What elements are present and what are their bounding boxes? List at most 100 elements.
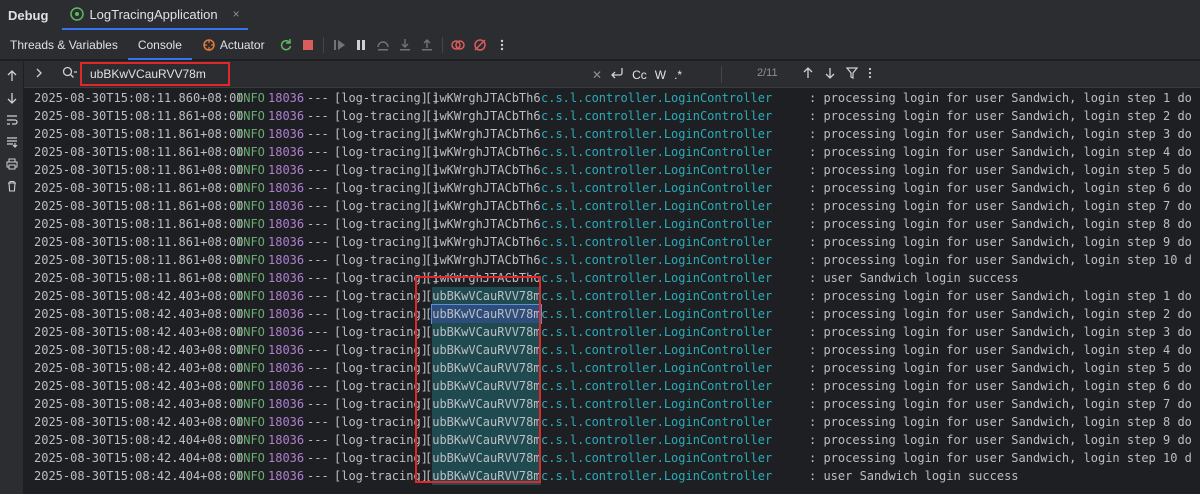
search-more-icon[interactable]	[868, 66, 872, 84]
log-pid: 18036	[268, 109, 305, 123]
log-app-name: [log-tracing]	[334, 451, 428, 465]
search-history-icon[interactable]	[62, 66, 78, 85]
console-scrollbar[interactable]	[1192, 89, 1200, 494]
log-logger[interactable]: c.s.l.controller.LoginController	[541, 143, 772, 161]
mute-breakpoints-icon[interactable]	[469, 34, 491, 56]
more-options-icon[interactable]	[491, 34, 513, 56]
tab-run-configuration[interactable]: LogTracingApplication ×	[62, 0, 248, 30]
new-line-icon[interactable]	[610, 67, 624, 82]
log-timestamp: 2025-08-30T15:08:42.404+08:00	[34, 469, 244, 483]
trace-id-value: iwKWrghJTACbTh6	[432, 235, 541, 249]
expand-replace-icon[interactable]	[34, 66, 44, 85]
log-logger[interactable]: c.s.l.controller.LoginController	[541, 395, 772, 413]
log-line: 2025-08-30T15:08:42.404+08:00 INFO 18036 --…	[24, 431, 1200, 449]
log-logger[interactable]: c.s.l.controller.LoginController	[541, 359, 772, 377]
stop-icon[interactable]	[297, 34, 319, 56]
scroll-up-icon[interactable]	[0, 65, 24, 87]
trace-id-value: iwKWrghJTACbTh6	[432, 253, 541, 267]
log-app-name: [log-tracing]	[334, 181, 428, 195]
tab-actuator[interactable]: Actuator	[192, 30, 275, 60]
log-level: INFO	[236, 199, 265, 213]
view-breakpoints-icon[interactable]	[447, 34, 469, 56]
log-logger[interactable]: c.s.l.controller.LoginController	[541, 323, 772, 341]
tab-console[interactable]: Console	[128, 30, 192, 60]
log-logger[interactable]: c.s.l.controller.LoginController	[541, 377, 772, 395]
step-out-icon[interactable]	[416, 34, 438, 56]
title-bar: Debug LogTracingApplication ×	[0, 0, 1200, 30]
log-logger[interactable]: c.s.l.controller.LoginController	[541, 89, 772, 107]
tab-threads-variables[interactable]: Threads & Variables	[0, 30, 128, 60]
filter-icon[interactable]	[845, 66, 859, 84]
log-timestamp: 2025-08-30T15:08:42.403+08:00	[34, 361, 244, 375]
log-separator: ---	[307, 415, 329, 429]
log-level: INFO	[236, 235, 265, 249]
clear-all-icon[interactable]	[0, 175, 24, 197]
log-logger[interactable]: c.s.l.controller.LoginController	[541, 305, 772, 323]
log-line: 2025-08-30T15:08:11.861+08:00 INFO 18036 --…	[24, 143, 1200, 161]
log-line: 2025-08-30T15:08:11.861+08:00 INFO 18036 --…	[24, 161, 1200, 179]
log-logger[interactable]: c.s.l.controller.LoginController	[541, 467, 772, 485]
log-pid: 18036	[268, 145, 305, 159]
log-pid: 18036	[268, 235, 305, 249]
log-level: INFO	[236, 217, 265, 231]
log-trace-id: [iwKWrghJTACbTh6]	[425, 235, 541, 249]
log-line: 2025-08-30T15:08:11.861+08:00 INFO 18036 --…	[24, 269, 1200, 287]
log-separator: ---	[307, 253, 329, 267]
log-logger[interactable]: c.s.l.controller.LoginController	[541, 431, 772, 449]
log-trace-id: [iwKWrghJTACbTh6]	[425, 181, 541, 195]
rerun-icon[interactable]	[275, 34, 297, 56]
match-case-toggle[interactable]: Cc	[632, 68, 647, 82]
next-occurrence-icon[interactable]	[824, 66, 836, 84]
log-logger[interactable]: c.s.l.controller.LoginController	[541, 233, 772, 251]
step-over-icon[interactable]	[372, 34, 394, 56]
log-logger[interactable]: c.s.l.controller.LoginController	[541, 107, 772, 125]
log-logger[interactable]: c.s.l.controller.LoginController	[541, 179, 772, 197]
log-logger[interactable]: c.s.l.controller.LoginController	[541, 161, 772, 179]
log-level: INFO	[236, 415, 265, 429]
log-message: : processing login for user Sandwich, lo…	[809, 235, 1200, 249]
scroll-down-icon[interactable]	[0, 87, 24, 109]
log-level: INFO	[236, 469, 265, 483]
pause-icon[interactable]	[350, 34, 372, 56]
match-count: 2/11	[757, 67, 778, 79]
log-line: 2025-08-30T15:08:11.861+08:00 INFO 18036 --…	[24, 215, 1200, 233]
print-icon[interactable]	[0, 153, 24, 175]
trace-id-value: iwKWrghJTACbTh6	[432, 127, 541, 141]
log-pid: 18036	[268, 415, 305, 429]
scroll-to-end-icon[interactable]	[0, 131, 24, 153]
previous-occurrence-icon[interactable]	[802, 66, 814, 84]
console-output[interactable]: 2025-08-30T15:08:11.860+08:00 INFO 18036 --…	[24, 89, 1200, 494]
log-trace-id: [iwKWrghJTACbTh6]	[425, 127, 541, 141]
log-app-name: [log-tracing]	[334, 109, 428, 123]
trace-id-value: iwKWrghJTACbTh6	[432, 163, 541, 177]
log-logger[interactable]: c.s.l.controller.LoginController	[541, 341, 772, 359]
regex-toggle[interactable]: .*	[674, 68, 682, 82]
log-message: : processing login for user Sandwich, lo…	[809, 199, 1200, 213]
log-logger[interactable]: c.s.l.controller.LoginController	[541, 125, 772, 143]
log-logger[interactable]: c.s.l.controller.LoginController	[541, 269, 772, 287]
close-tab-icon[interactable]: ×	[233, 7, 240, 21]
log-level: INFO	[236, 163, 265, 177]
step-into-icon[interactable]	[394, 34, 416, 56]
log-message: : user Sandwich login success	[809, 271, 1019, 285]
log-pid: 18036	[268, 181, 305, 195]
whole-words-toggle[interactable]: W	[655, 68, 666, 82]
log-app-name: [log-tracing]	[334, 379, 428, 393]
log-app-name: [log-tracing]	[334, 325, 428, 339]
log-separator: ---	[307, 235, 329, 249]
search-input[interactable]: ubBKwVCauRVV78m	[80, 62, 230, 86]
resume-icon[interactable]	[328, 34, 350, 56]
log-separator: ---	[307, 199, 329, 213]
log-logger[interactable]: c.s.l.controller.LoginController	[541, 251, 772, 269]
log-logger[interactable]: c.s.l.controller.LoginController	[541, 197, 772, 215]
soft-wrap-icon[interactable]	[0, 109, 24, 131]
log-logger[interactable]: c.s.l.controller.LoginController	[541, 413, 772, 431]
log-pid: 18036	[268, 307, 305, 321]
log-logger[interactable]: c.s.l.controller.LoginController	[541, 449, 772, 467]
log-line: 2025-08-30T15:08:11.861+08:00 INFO 18036 --…	[24, 251, 1200, 269]
log-logger[interactable]: c.s.l.controller.LoginController	[541, 215, 772, 233]
log-separator: ---	[307, 397, 329, 411]
log-logger[interactable]: c.s.l.controller.LoginController	[541, 287, 772, 305]
log-line: 2025-08-30T15:08:11.861+08:00 INFO 18036 --…	[24, 179, 1200, 197]
clear-search-icon[interactable]: ✕	[592, 68, 602, 82]
